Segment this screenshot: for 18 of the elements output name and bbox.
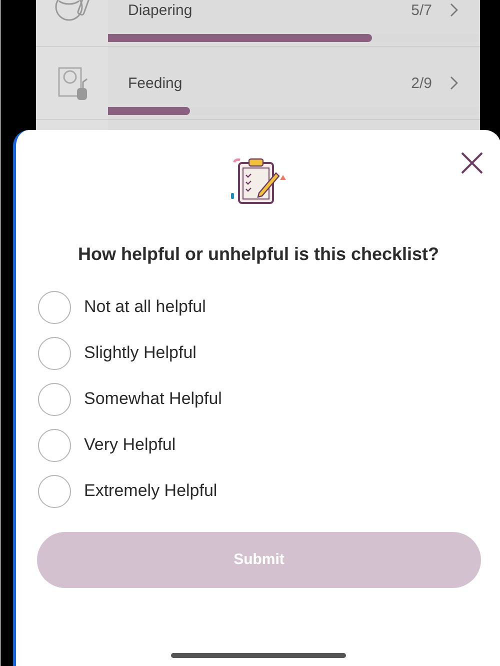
option-label[interactable]: Not at all helpful — [84, 294, 206, 320]
survey-question: How helpful or unhelpful is this checklist? — [76, 243, 440, 266]
chevron-right-icon[interactable] — [450, 3, 458, 17]
option-label[interactable]: Very Helpful — [84, 432, 176, 458]
radio-button[interactable] — [38, 382, 71, 416]
chevron-right-icon[interactable] — [450, 76, 458, 90]
option-label[interactable]: Extremely Helpful — [84, 478, 218, 504]
checklist-title[interactable]: Feeding — [128, 73, 182, 96]
checklist-title[interactable]: Diapering — [128, 0, 192, 22]
option-label[interactable]: Slightly Helpful — [84, 340, 196, 366]
radio-button[interactable] — [38, 290, 71, 324]
radio-button[interactable] — [38, 474, 71, 508]
progress-count: 2/9 — [411, 74, 432, 94]
progress-count: 5/7 — [411, 1, 432, 21]
close-icon[interactable] — [460, 151, 484, 175]
radio-button[interactable] — [38, 336, 71, 370]
option-label[interactable]: Somewhat Helpful — [84, 386, 222, 412]
radio-button[interactable] — [38, 428, 71, 462]
